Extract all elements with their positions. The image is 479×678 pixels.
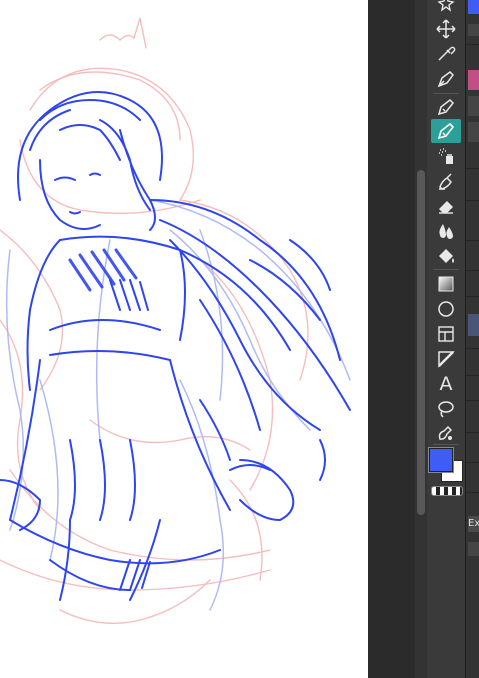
- right-side-panel: Ex: [465, 0, 479, 678]
- panel-divider: [466, 240, 479, 241]
- tool-palette: A: [427, 0, 465, 678]
- brush-icon[interactable]: [431, 119, 461, 143]
- panel-divider: [466, 375, 479, 376]
- panel-text-fragment: Ex: [468, 516, 479, 532]
- panel-divider: [466, 296, 479, 297]
- sketch-artwork: [0, 17, 351, 624]
- panel-divider: [466, 462, 479, 463]
- pencil-icon[interactable]: [431, 95, 461, 119]
- eyedropper-icon[interactable]: [431, 41, 461, 65]
- gradient-icon[interactable]: [431, 272, 461, 296]
- ellipse-icon[interactable]: [431, 297, 461, 321]
- drawing-canvas[interactable]: [0, 0, 368, 678]
- transparent-color-swatch[interactable]: [431, 486, 463, 496]
- correct-line-icon[interactable]: [431, 421, 461, 445]
- move-icon[interactable]: [431, 17, 461, 41]
- panel-divider: [466, 432, 479, 433]
- panel-divider: [466, 492, 479, 493]
- panel-color-chip[interactable]: [468, 0, 479, 14]
- text-icon[interactable]: A: [431, 372, 461, 396]
- selected-layer-row[interactable]: [468, 314, 479, 336]
- brush-preset-swatch[interactable]: [468, 96, 479, 116]
- panel-divider: [466, 270, 479, 271]
- frame-border-icon[interactable]: [431, 322, 461, 346]
- brush-preset-swatch[interactable]: [468, 70, 479, 90]
- eraser-icon[interactable]: [431, 194, 461, 218]
- canvas-gutter: [368, 0, 415, 678]
- blend-icon[interactable]: [431, 169, 461, 193]
- primary-color-swatch[interactable]: [428, 447, 454, 473]
- panel-divider: [466, 200, 479, 201]
- panel-divider: [466, 400, 479, 401]
- toolbar-separator: [433, 444, 459, 445]
- brush-preset-swatch[interactable]: [468, 122, 479, 142]
- fill-bucket-icon[interactable]: [431, 244, 461, 268]
- airbrush-icon[interactable]: [431, 144, 461, 168]
- water-drop-icon[interactable]: [431, 219, 461, 243]
- toolbar-separator: [433, 269, 459, 270]
- ruler-icon[interactable]: [431, 347, 461, 371]
- panel-checkbox[interactable]: [468, 542, 479, 556]
- panel-divider: [466, 168, 479, 169]
- text-tool-glyph: A: [439, 373, 453, 395]
- pen-icon[interactable]: [431, 67, 461, 91]
- panel-control[interactable]: [468, 24, 479, 36]
- magic-wand-icon[interactable]: [431, 0, 461, 16]
- toolbar-separator: [433, 93, 459, 94]
- vertical-scrollbar[interactable]: [415, 0, 427, 678]
- scrollbar-thumb[interactable]: [417, 170, 425, 515]
- lasso-icon[interactable]: [431, 397, 461, 421]
- panel-divider: [466, 348, 479, 349]
- panel-divider: [466, 44, 479, 45]
